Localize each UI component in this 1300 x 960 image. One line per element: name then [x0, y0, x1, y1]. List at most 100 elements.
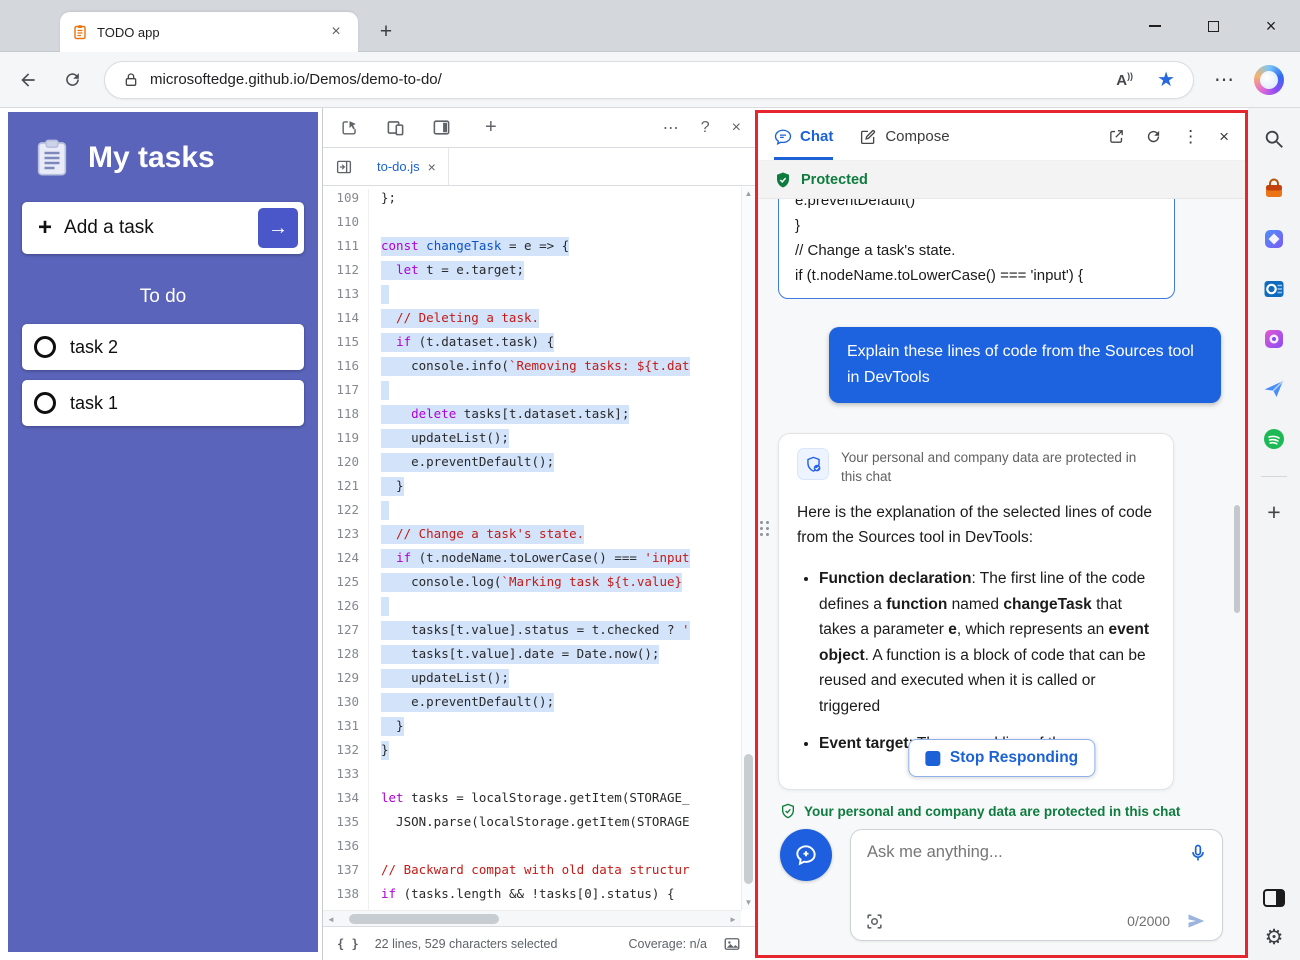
code-line[interactable]: 122 [323, 501, 741, 525]
code-line[interactable]: 130 e.preventDefault(); [323, 693, 741, 717]
minimize-button[interactable] [1126, 0, 1184, 52]
browser-menu-icon[interactable]: ⋯ [1214, 67, 1234, 92]
chat-input[interactable] [867, 843, 1162, 862]
code-line[interactable]: 125 console.log(`Marking task ${t.value} [323, 573, 741, 597]
add-panel-icon[interactable]: + [485, 116, 497, 139]
line-number: 138 [323, 885, 369, 909]
chat-scrollbar-thumb[interactable] [1234, 505, 1240, 613]
shopping-icon[interactable] [1261, 176, 1287, 202]
tab-chat[interactable]: Chat [774, 113, 833, 160]
code-line[interactable]: 120 e.preventDefault(); [323, 453, 741, 477]
add-task-button[interactable]: + Add a task → [22, 202, 304, 254]
task-checkbox[interactable] [34, 336, 56, 358]
back-icon[interactable] [16, 68, 40, 92]
code-line[interactable]: 137// Backward compat with old data stru… [323, 861, 741, 885]
refresh-chat-icon[interactable] [1145, 128, 1162, 145]
task-item[interactable]: task 2 [22, 324, 304, 370]
scroll-up-icon[interactable]: ▲ [742, 187, 755, 201]
microphone-icon[interactable] [1188, 843, 1208, 868]
open-in-window-icon[interactable] [1108, 128, 1125, 145]
sidebar-toggle-icon[interactable] [1263, 889, 1285, 907]
file-tab-close-icon[interactable]: × [428, 159, 436, 175]
code-line[interactable]: 113 [323, 285, 741, 309]
code-editor[interactable]: 109};110 111const changeTask = e => {112… [323, 187, 741, 910]
code-line[interactable]: 111const changeTask = e => { [323, 237, 741, 261]
chat-input-box[interactable]: 0/2000 [850, 829, 1223, 941]
code-line[interactable]: 133 [323, 765, 741, 789]
add-sidebar-app-icon[interactable]: + [1267, 501, 1280, 524]
code-line[interactable]: 121 } [323, 477, 741, 501]
code-line[interactable]: 117 [323, 381, 741, 405]
device-toolbar-icon[interactable] [383, 116, 407, 140]
code-line[interactable]: 135 JSON.parse(localStorage.getItem(STOR… [323, 813, 741, 837]
inspect-icon[interactable] [337, 116, 361, 140]
scroll-left-icon[interactable]: ◄ [323, 911, 339, 927]
close-copilot-icon[interactable]: × [1219, 127, 1229, 147]
submit-task-button[interactable]: → [258, 208, 298, 248]
code-line[interactable]: 128 tasks[t.value].date = Date.now(); [323, 645, 741, 669]
panel-resize-handle[interactable] [760, 521, 769, 536]
code-line[interactable]: 138if (tasks.length && !tasks[0].status)… [323, 885, 741, 909]
code-line[interactable]: 114 // Deleting a task. [323, 309, 741, 333]
refresh-icon[interactable] [60, 68, 84, 92]
code-line[interactable]: 126 [323, 597, 741, 621]
drop-icon[interactable] [1261, 376, 1287, 402]
close-window-button[interactable]: × [1242, 0, 1300, 52]
help-icon[interactable]: ? [701, 119, 710, 137]
code-line[interactable]: 119 updateList(); [323, 429, 741, 453]
vertical-scroll-thumb[interactable] [744, 754, 753, 884]
designer-icon[interactable] [1261, 326, 1287, 352]
search-icon[interactable] [1261, 126, 1287, 152]
code-line[interactable]: 118 delete tasks[t.dataset.task]; [323, 405, 741, 429]
code-line[interactable]: 115 if (t.dataset.task) { [323, 333, 741, 357]
tab-compose[interactable]: Compose [859, 113, 949, 160]
horizontal-scroll-thumb[interactable] [349, 914, 499, 924]
task-checkbox[interactable] [34, 392, 56, 414]
edge-sidebar-rail: + ⚙ [1248, 108, 1300, 960]
image-icon[interactable] [723, 935, 741, 953]
code-line[interactable]: 129 updateList(); [323, 669, 741, 693]
devtools-close-icon[interactable]: × [732, 119, 741, 137]
browser-tab[interactable]: TODO app × [60, 12, 358, 52]
read-aloud-icon[interactable]: A)) [1116, 71, 1133, 89]
code-line[interactable]: 112 let t = e.target; [323, 261, 741, 285]
line-number: 134 [323, 789, 369, 813]
kebab-menu-icon[interactable]: ⋮ [1182, 127, 1199, 147]
code-line[interactable]: 132} [323, 741, 741, 765]
outlook-icon[interactable] [1261, 276, 1287, 302]
tab-close-icon[interactable]: × [326, 22, 346, 42]
file-tab[interactable]: to-do.js × [365, 148, 449, 185]
answer-bullet: Function declaration: The first line of … [819, 566, 1155, 719]
code-line[interactable]: 124 if (t.nodeName.toLowerCase() === 'in… [323, 549, 741, 573]
code-line[interactable]: 136 [323, 837, 741, 861]
code-line[interactable]: 134let tasks = localStorage.getItem(STOR… [323, 789, 741, 813]
settings-gear-icon[interactable]: ⚙ [1265, 927, 1284, 948]
m365-copilot-icon[interactable] [1261, 226, 1287, 252]
code-line[interactable]: 123 // Change a task's state. [323, 525, 741, 549]
new-topic-button[interactable] [780, 829, 832, 881]
task-item[interactable]: task 1 [22, 380, 304, 426]
code-line[interactable]: 110 [323, 213, 741, 237]
devtools-more-icon[interactable]: ⋯ [663, 118, 679, 138]
code-line[interactable]: 109}; [323, 189, 741, 213]
scroll-right-icon[interactable]: ► [725, 911, 741, 927]
send-icon[interactable] [1186, 911, 1206, 931]
scroll-down-icon[interactable]: ▼ [742, 896, 755, 910]
code-line[interactable]: 116 console.info(`Removing tasks: ${t.da… [323, 357, 741, 381]
editor-vertical-scrollbar[interactable]: ▲ ▼ [741, 187, 755, 910]
editor-horizontal-scrollbar[interactable]: ◄ ► [323, 910, 741, 926]
code-line[interactable]: 131 } [323, 717, 741, 741]
screenshot-icon[interactable] [865, 912, 884, 931]
stop-responding-button[interactable]: Stop Responding [908, 739, 1095, 777]
chat-scroll-area[interactable]: e.preventDefault()}// Change a task's st… [758, 199, 1245, 793]
spotify-icon[interactable] [1261, 426, 1287, 452]
pretty-print-icon[interactable]: { } [337, 937, 359, 951]
favorite-star-icon[interactable]: ★ [1157, 70, 1175, 90]
copilot-icon[interactable] [1254, 65, 1284, 95]
dock-side-icon[interactable] [429, 116, 453, 140]
code-line[interactable]: 127 tasks[t.value].status = t.checked ? … [323, 621, 741, 645]
navigator-toggle-icon[interactable] [323, 158, 365, 176]
new-tab-button[interactable]: + [372, 18, 400, 46]
url-bar[interactable]: microsoftedge.github.io/Demos/demo-to-do… [104, 61, 1194, 99]
maximize-button[interactable] [1184, 0, 1242, 52]
